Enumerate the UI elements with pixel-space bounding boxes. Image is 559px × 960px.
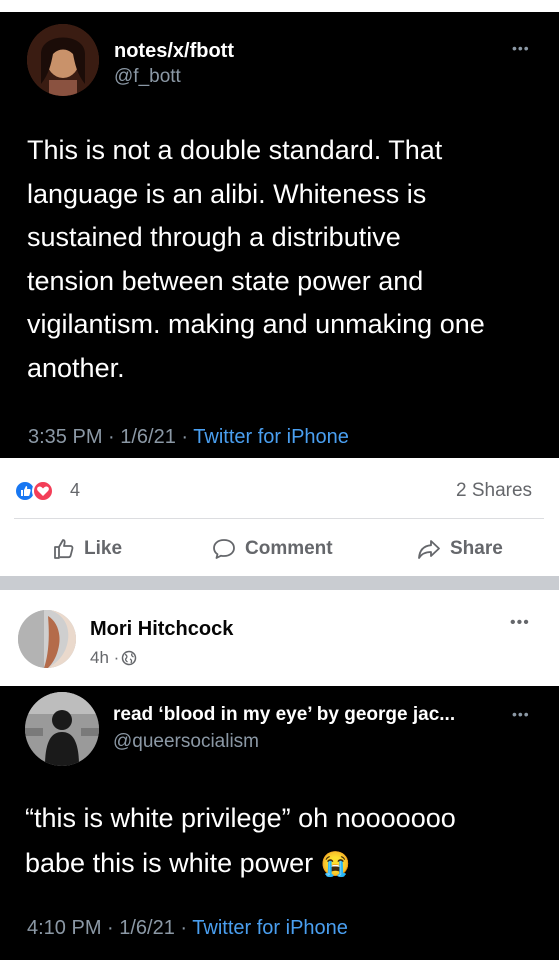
- embedded-tweet: notes/x/fbott @f_bott ••• This is not a …: [0, 12, 559, 458]
- crying-face-emoji: 😭: [320, 851, 351, 878]
- tweet-timestamp: 4:10 PM · 1/6/21 · Twitter for iPhone: [27, 917, 348, 940]
- share-label: Share: [450, 538, 503, 559]
- tweet-author-name[interactable]: notes/x/fbott: [114, 40, 234, 63]
- tweet-author-handle[interactable]: @queersocialism: [113, 731, 259, 753]
- post-author-name[interactable]: Mori Hitchcock: [90, 618, 233, 641]
- more-options-icon[interactable]: •••: [512, 40, 530, 56]
- tweet-text-line: “this is white privilege” oh nooooooo: [25, 803, 456, 833]
- tweet-text: This is not a double standard. That lang…: [27, 129, 485, 390]
- tweet-author-name[interactable]: read ‘blood in my eye’ by george jac...: [113, 704, 455, 726]
- like-button[interactable]: Like: [52, 536, 122, 562]
- reaction-badges[interactable]: [14, 480, 58, 502]
- comment-button[interactable]: Comment: [211, 536, 333, 562]
- tweet-text-line: language is an alibi. Whiteness is: [27, 178, 427, 209]
- more-options-icon[interactable]: •••: [510, 614, 530, 632]
- avatar[interactable]: [25, 692, 99, 766]
- tweet-time: 4:10 PM · 1/6/21 ·: [27, 917, 193, 939]
- tweet-source-link[interactable]: Twitter for iPhone: [193, 426, 349, 448]
- like-label: Like: [84, 538, 123, 559]
- tweet-text-line: tension between state power and: [27, 265, 424, 296]
- share-button[interactable]: Share: [416, 536, 503, 562]
- thumbs-up-icon: [54, 539, 74, 559]
- avatar[interactable]: [27, 24, 99, 96]
- shares-count[interactable]: 2 Shares: [456, 480, 532, 502]
- tweet-source-link[interactable]: Twitter for iPhone: [192, 917, 348, 939]
- post-meta: 4h ·: [90, 648, 137, 668]
- facebook-post-header: Mori Hitchcock 4h · •••: [0, 590, 559, 686]
- tweet-text-line: This is not a double standard. That: [27, 135, 443, 165]
- author-avatar[interactable]: [18, 610, 76, 668]
- divider: [14, 518, 544, 519]
- tweet-text-line: babe this is white power 😭: [25, 841, 456, 887]
- love-reaction-icon: [32, 480, 54, 502]
- globe-icon: [122, 650, 137, 666]
- share-arrow-icon: [418, 540, 440, 559]
- tweet-text: “this is white privilege” oh nooooooo ba…: [25, 796, 456, 887]
- tweet-author-handle[interactable]: @f_bott: [114, 66, 181, 88]
- tweet-timestamp: 3:35 PM · 1/6/21 · Twitter for iPhone: [28, 426, 349, 449]
- embedded-tweet: read ‘blood in my eye’ by george jac... …: [0, 686, 559, 960]
- tweet-text-line: another.: [27, 352, 125, 383]
- tweet-text-line: vigilantism. making and unmaking one: [27, 309, 485, 339]
- tweet-time: 3:35 PM · 1/6/21 ·: [28, 426, 194, 448]
- post-separator: [0, 576, 559, 590]
- facebook-post-footer: 4 2 Shares Like Comment Share: [0, 458, 559, 576]
- more-options-icon[interactable]: •••: [512, 706, 530, 722]
- tweet-text-segment: babe this is white power: [25, 848, 321, 878]
- post-time: 4h ·: [90, 648, 120, 667]
- comment-label: Comment: [245, 538, 333, 559]
- comment-icon: [213, 539, 235, 559]
- tweet-text-line: sustained through a distributive: [27, 222, 401, 252]
- reaction-count[interactable]: 4: [70, 480, 80, 501]
